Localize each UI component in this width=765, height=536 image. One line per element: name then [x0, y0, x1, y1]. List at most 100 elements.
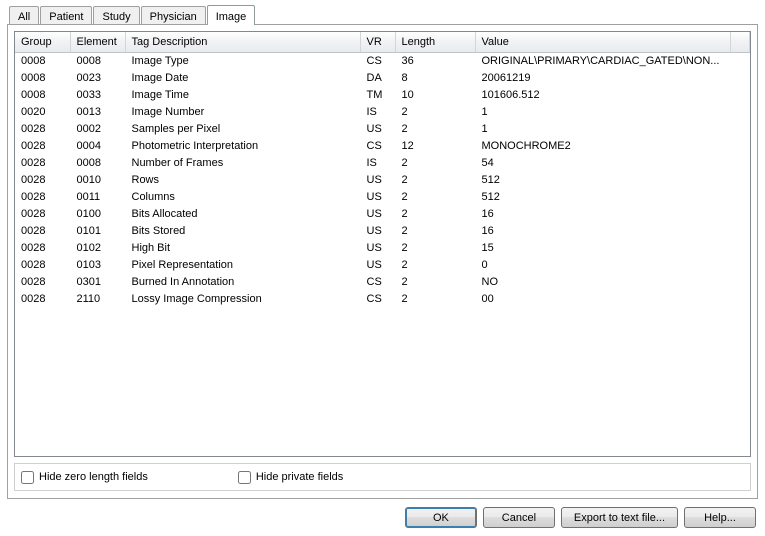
- tab-physician[interactable]: Physician: [141, 6, 206, 24]
- table-row-empty: [15, 409, 750, 426]
- cell-pad: [730, 239, 750, 256]
- tab-patient[interactable]: Patient: [40, 6, 92, 24]
- cell-length: 2: [395, 171, 475, 188]
- hide-zero-length-input[interactable]: [21, 471, 34, 484]
- col-header-vr[interactable]: VR: [360, 32, 395, 52]
- table-row[interactable]: 00280100Bits AllocatedUS216: [15, 205, 750, 222]
- cell-element: 0100: [70, 205, 125, 222]
- table-row-empty: [15, 341, 750, 358]
- col-header-element[interactable]: Element: [70, 32, 125, 52]
- cell-desc: Columns: [125, 188, 360, 205]
- col-header-pad: [730, 32, 750, 52]
- cell-length: 12: [395, 137, 475, 154]
- cell-length: 2: [395, 120, 475, 137]
- col-header-desc[interactable]: Tag Description: [125, 32, 360, 52]
- cell-length: 2: [395, 222, 475, 239]
- cell-vr: DA: [360, 69, 395, 86]
- table-row[interactable]: 00200013Image NumberIS21: [15, 103, 750, 120]
- cell-element: 0023: [70, 69, 125, 86]
- col-header-group[interactable]: Group: [15, 32, 70, 52]
- table-row[interactable]: 00280103Pixel RepresentationUS20: [15, 256, 750, 273]
- cell-group: 0028: [15, 273, 70, 290]
- cell-desc: Image Date: [125, 69, 360, 86]
- cell-value: ORIGINAL\PRIMARY\CARDIAC_GATED\NON...: [475, 52, 730, 69]
- hide-zero-length-checkbox[interactable]: Hide zero length fields: [21, 471, 148, 484]
- cell-pad: [730, 120, 750, 137]
- table-row[interactable]: 00280008Number of FramesIS254: [15, 154, 750, 171]
- cell-value: 54: [475, 154, 730, 171]
- table-row[interactable]: 00280101Bits StoredUS216: [15, 222, 750, 239]
- cell-element: 0002: [70, 120, 125, 137]
- table-row[interactable]: 00282110Lossy Image CompressionCS200: [15, 290, 750, 307]
- table-row[interactable]: 00080023Image DateDA820061219: [15, 69, 750, 86]
- cell-desc: High Bit: [125, 239, 360, 256]
- cell-vr: TM: [360, 86, 395, 103]
- cell-length: 2: [395, 205, 475, 222]
- cell-element: 2110: [70, 290, 125, 307]
- cell-pad: [730, 154, 750, 171]
- cell-value: 0: [475, 256, 730, 273]
- table-row[interactable]: 00080033Image TimeTM10101606.512: [15, 86, 750, 103]
- cell-value: MONOCHROME2: [475, 137, 730, 154]
- cell-pad: [730, 188, 750, 205]
- cell-element: 0102: [70, 239, 125, 256]
- cell-vr: CS: [360, 137, 395, 154]
- tab-all[interactable]: All: [9, 6, 39, 24]
- tab-image[interactable]: Image: [207, 5, 256, 25]
- cell-group: 0028: [15, 222, 70, 239]
- cell-length: 2: [395, 239, 475, 256]
- cell-vr: US: [360, 120, 395, 137]
- tab-study[interactable]: Study: [93, 6, 139, 24]
- cell-pad: [730, 86, 750, 103]
- cell-group: 0008: [15, 69, 70, 86]
- cell-group: 0028: [15, 205, 70, 222]
- cell-element: 0101: [70, 222, 125, 239]
- cell-group: 0028: [15, 137, 70, 154]
- cell-desc: Number of Frames: [125, 154, 360, 171]
- cell-desc: Image Type: [125, 52, 360, 69]
- cell-pad: [730, 171, 750, 188]
- cell-vr: CS: [360, 273, 395, 290]
- hide-private-checkbox[interactable]: Hide private fields: [238, 471, 343, 484]
- cell-group: 0028: [15, 120, 70, 137]
- table-row-empty: [15, 392, 750, 409]
- export-button[interactable]: Export to text file...: [561, 507, 678, 528]
- cell-vr: US: [360, 256, 395, 273]
- table-row[interactable]: 00080008Image TypeCS36ORIGINAL\PRIMARY\C…: [15, 52, 750, 69]
- ok-button[interactable]: OK: [405, 507, 477, 528]
- cell-value: 1: [475, 120, 730, 137]
- hide-private-input[interactable]: [238, 471, 251, 484]
- cancel-button[interactable]: Cancel: [483, 507, 555, 528]
- cell-vr: IS: [360, 154, 395, 171]
- cell-pad: [730, 290, 750, 307]
- cell-length: 8: [395, 69, 475, 86]
- table-row[interactable]: 00280010RowsUS2512: [15, 171, 750, 188]
- tab-panel-image: Group Element Tag Description VR Length …: [7, 24, 758, 499]
- cell-length: 2: [395, 256, 475, 273]
- cell-desc: Image Number: [125, 103, 360, 120]
- cell-pad: [730, 137, 750, 154]
- table-row-empty: [15, 443, 750, 457]
- col-header-value[interactable]: Value: [475, 32, 730, 52]
- cell-group: 0028: [15, 256, 70, 273]
- cell-element: 0010: [70, 171, 125, 188]
- table-row[interactable]: 00280011ColumnsUS2512: [15, 188, 750, 205]
- help-button[interactable]: Help...: [684, 507, 756, 528]
- cell-vr: US: [360, 222, 395, 239]
- cell-group: 0028: [15, 188, 70, 205]
- cell-value: 16: [475, 205, 730, 222]
- cell-element: 0004: [70, 137, 125, 154]
- hide-zero-length-label: Hide zero length fields: [39, 471, 148, 483]
- cell-pad: [730, 222, 750, 239]
- table-row[interactable]: 00280004Photometric InterpretationCS12MO…: [15, 137, 750, 154]
- cell-desc: Image Time: [125, 86, 360, 103]
- cell-desc: Rows: [125, 171, 360, 188]
- col-header-length[interactable]: Length: [395, 32, 475, 52]
- table-row-empty: [15, 324, 750, 341]
- table-row[interactable]: 00280301Burned In AnnotationCS2NO: [15, 273, 750, 290]
- table-row-empty: [15, 426, 750, 443]
- table-row[interactable]: 00280102High BitUS215: [15, 239, 750, 256]
- cell-desc: Pixel Representation: [125, 256, 360, 273]
- table-row[interactable]: 00280002Samples per PixelUS21: [15, 120, 750, 137]
- table-body: 00080008Image TypeCS36ORIGINAL\PRIMARY\C…: [15, 52, 750, 457]
